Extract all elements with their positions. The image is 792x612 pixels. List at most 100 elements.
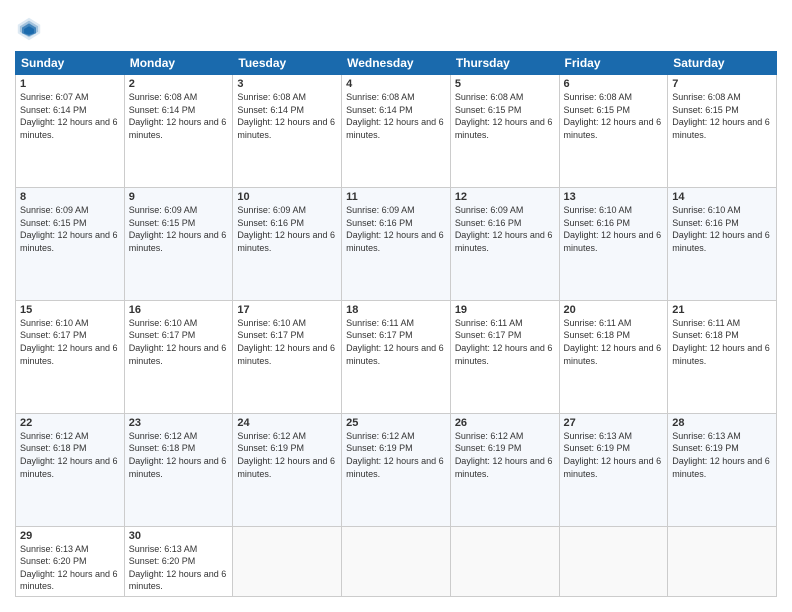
calendar-cell: 26 Sunrise: 6:12 AM Sunset: 6:19 PM Dayl… <box>450 413 559 526</box>
day-info: Sunrise: 6:09 AM Sunset: 6:15 PM Dayligh… <box>20 204 120 254</box>
calendar-cell: 9 Sunrise: 6:09 AM Sunset: 6:15 PM Dayli… <box>124 187 233 300</box>
day-number: 26 <box>455 417 555 429</box>
day-info: Sunrise: 6:13 AM Sunset: 6:20 PM Dayligh… <box>20 543 120 593</box>
day-info: Sunrise: 6:08 AM Sunset: 6:14 PM Dayligh… <box>237 91 337 141</box>
day-number: 28 <box>672 417 772 429</box>
calendar-cell: 12 Sunrise: 6:09 AM Sunset: 6:16 PM Dayl… <box>450 187 559 300</box>
calendar-cell: 13 Sunrise: 6:10 AM Sunset: 6:16 PM Dayl… <box>559 187 668 300</box>
day-info: Sunrise: 6:08 AM Sunset: 6:15 PM Dayligh… <box>564 91 664 141</box>
day-info: Sunrise: 6:11 AM Sunset: 6:17 PM Dayligh… <box>455 317 555 367</box>
day-number: 14 <box>672 191 772 203</box>
day-info: Sunrise: 6:09 AM Sunset: 6:15 PM Dayligh… <box>129 204 229 254</box>
calendar-cell: 8 Sunrise: 6:09 AM Sunset: 6:15 PM Dayli… <box>16 187 125 300</box>
day-info: Sunrise: 6:11 AM Sunset: 6:18 PM Dayligh… <box>564 317 664 367</box>
day-info: Sunrise: 6:08 AM Sunset: 6:14 PM Dayligh… <box>129 91 229 141</box>
calendar-cell: 23 Sunrise: 6:12 AM Sunset: 6:18 PM Dayl… <box>124 413 233 526</box>
logo <box>15 15 47 43</box>
day-info: Sunrise: 6:13 AM Sunset: 6:19 PM Dayligh… <box>564 430 664 480</box>
calendar-cell <box>559 526 668 596</box>
calendar-header-friday: Friday <box>559 52 668 75</box>
day-info: Sunrise: 6:09 AM Sunset: 6:16 PM Dayligh… <box>237 204 337 254</box>
day-info: Sunrise: 6:09 AM Sunset: 6:16 PM Dayligh… <box>455 204 555 254</box>
calendar-cell: 16 Sunrise: 6:10 AM Sunset: 6:17 PM Dayl… <box>124 300 233 413</box>
calendar-header-wednesday: Wednesday <box>342 52 451 75</box>
calendar-cell: 17 Sunrise: 6:10 AM Sunset: 6:17 PM Dayl… <box>233 300 342 413</box>
day-info: Sunrise: 6:10 AM Sunset: 6:16 PM Dayligh… <box>672 204 772 254</box>
calendar-cell: 22 Sunrise: 6:12 AM Sunset: 6:18 PM Dayl… <box>16 413 125 526</box>
day-info: Sunrise: 6:10 AM Sunset: 6:17 PM Dayligh… <box>129 317 229 367</box>
calendar-header-sunday: Sunday <box>16 52 125 75</box>
calendar-cell: 21 Sunrise: 6:11 AM Sunset: 6:18 PM Dayl… <box>668 300 777 413</box>
day-info: Sunrise: 6:10 AM Sunset: 6:17 PM Dayligh… <box>237 317 337 367</box>
day-info: Sunrise: 6:08 AM Sunset: 6:15 PM Dayligh… <box>672 91 772 141</box>
calendar-cell: 30 Sunrise: 6:13 AM Sunset: 6:20 PM Dayl… <box>124 526 233 596</box>
day-info: Sunrise: 6:10 AM Sunset: 6:17 PM Dayligh… <box>20 317 120 367</box>
day-info: Sunrise: 6:12 AM Sunset: 6:19 PM Dayligh… <box>346 430 446 480</box>
day-number: 7 <box>672 78 772 90</box>
day-number: 27 <box>564 417 664 429</box>
day-info: Sunrise: 6:12 AM Sunset: 6:19 PM Dayligh… <box>237 430 337 480</box>
day-number: 9 <box>129 191 229 203</box>
day-number: 12 <box>455 191 555 203</box>
day-number: 17 <box>237 304 337 316</box>
calendar-cell: 10 Sunrise: 6:09 AM Sunset: 6:16 PM Dayl… <box>233 187 342 300</box>
calendar-header-saturday: Saturday <box>668 52 777 75</box>
day-number: 22 <box>20 417 120 429</box>
day-number: 18 <box>346 304 446 316</box>
calendar-cell: 18 Sunrise: 6:11 AM Sunset: 6:17 PM Dayl… <box>342 300 451 413</box>
day-info: Sunrise: 6:10 AM Sunset: 6:16 PM Dayligh… <box>564 204 664 254</box>
day-info: Sunrise: 6:09 AM Sunset: 6:16 PM Dayligh… <box>346 204 446 254</box>
day-number: 3 <box>237 78 337 90</box>
calendar-cell <box>450 526 559 596</box>
day-number: 24 <box>237 417 337 429</box>
calendar-table: SundayMondayTuesdayWednesdayThursdayFrid… <box>15 51 777 597</box>
day-info: Sunrise: 6:08 AM Sunset: 6:14 PM Dayligh… <box>346 91 446 141</box>
calendar-cell: 4 Sunrise: 6:08 AM Sunset: 6:14 PM Dayli… <box>342 75 451 188</box>
day-info: Sunrise: 6:12 AM Sunset: 6:18 PM Dayligh… <box>129 430 229 480</box>
day-info: Sunrise: 6:13 AM Sunset: 6:19 PM Dayligh… <box>672 430 772 480</box>
calendar-cell <box>233 526 342 596</box>
calendar-cell: 29 Sunrise: 6:13 AM Sunset: 6:20 PM Dayl… <box>16 526 125 596</box>
calendar-cell: 15 Sunrise: 6:10 AM Sunset: 6:17 PM Dayl… <box>16 300 125 413</box>
calendar-cell <box>668 526 777 596</box>
day-number: 25 <box>346 417 446 429</box>
day-number: 1 <box>20 78 120 90</box>
day-info: Sunrise: 6:07 AM Sunset: 6:14 PM Dayligh… <box>20 91 120 141</box>
calendar-cell: 24 Sunrise: 6:12 AM Sunset: 6:19 PM Dayl… <box>233 413 342 526</box>
day-info: Sunrise: 6:12 AM Sunset: 6:18 PM Dayligh… <box>20 430 120 480</box>
page: SundayMondayTuesdayWednesdayThursdayFrid… <box>0 0 792 612</box>
day-number: 21 <box>672 304 772 316</box>
calendar-header-thursday: Thursday <box>450 52 559 75</box>
calendar-cell: 27 Sunrise: 6:13 AM Sunset: 6:19 PM Dayl… <box>559 413 668 526</box>
day-number: 20 <box>564 304 664 316</box>
day-number: 6 <box>564 78 664 90</box>
day-number: 30 <box>129 530 229 542</box>
calendar-cell: 14 Sunrise: 6:10 AM Sunset: 6:16 PM Dayl… <box>668 187 777 300</box>
day-info: Sunrise: 6:08 AM Sunset: 6:15 PM Dayligh… <box>455 91 555 141</box>
calendar-cell: 20 Sunrise: 6:11 AM Sunset: 6:18 PM Dayl… <box>559 300 668 413</box>
calendar-cell: 3 Sunrise: 6:08 AM Sunset: 6:14 PM Dayli… <box>233 75 342 188</box>
logo-icon <box>15 15 43 43</box>
day-number: 23 <box>129 417 229 429</box>
calendar-cell: 11 Sunrise: 6:09 AM Sunset: 6:16 PM Dayl… <box>342 187 451 300</box>
day-number: 2 <box>129 78 229 90</box>
calendar-cell: 19 Sunrise: 6:11 AM Sunset: 6:17 PM Dayl… <box>450 300 559 413</box>
header <box>15 15 777 43</box>
day-number: 19 <box>455 304 555 316</box>
calendar-cell: 25 Sunrise: 6:12 AM Sunset: 6:19 PM Dayl… <box>342 413 451 526</box>
day-number: 16 <box>129 304 229 316</box>
day-number: 5 <box>455 78 555 90</box>
calendar-cell: 7 Sunrise: 6:08 AM Sunset: 6:15 PM Dayli… <box>668 75 777 188</box>
day-info: Sunrise: 6:12 AM Sunset: 6:19 PM Dayligh… <box>455 430 555 480</box>
day-number: 15 <box>20 304 120 316</box>
calendar-cell: 28 Sunrise: 6:13 AM Sunset: 6:19 PM Dayl… <box>668 413 777 526</box>
day-number: 10 <box>237 191 337 203</box>
calendar-header-monday: Monday <box>124 52 233 75</box>
calendar-header-tuesday: Tuesday <box>233 52 342 75</box>
calendar-cell: 6 Sunrise: 6:08 AM Sunset: 6:15 PM Dayli… <box>559 75 668 188</box>
day-number: 8 <box>20 191 120 203</box>
day-number: 29 <box>20 530 120 542</box>
day-number: 4 <box>346 78 446 90</box>
day-number: 13 <box>564 191 664 203</box>
day-info: Sunrise: 6:11 AM Sunset: 6:17 PM Dayligh… <box>346 317 446 367</box>
